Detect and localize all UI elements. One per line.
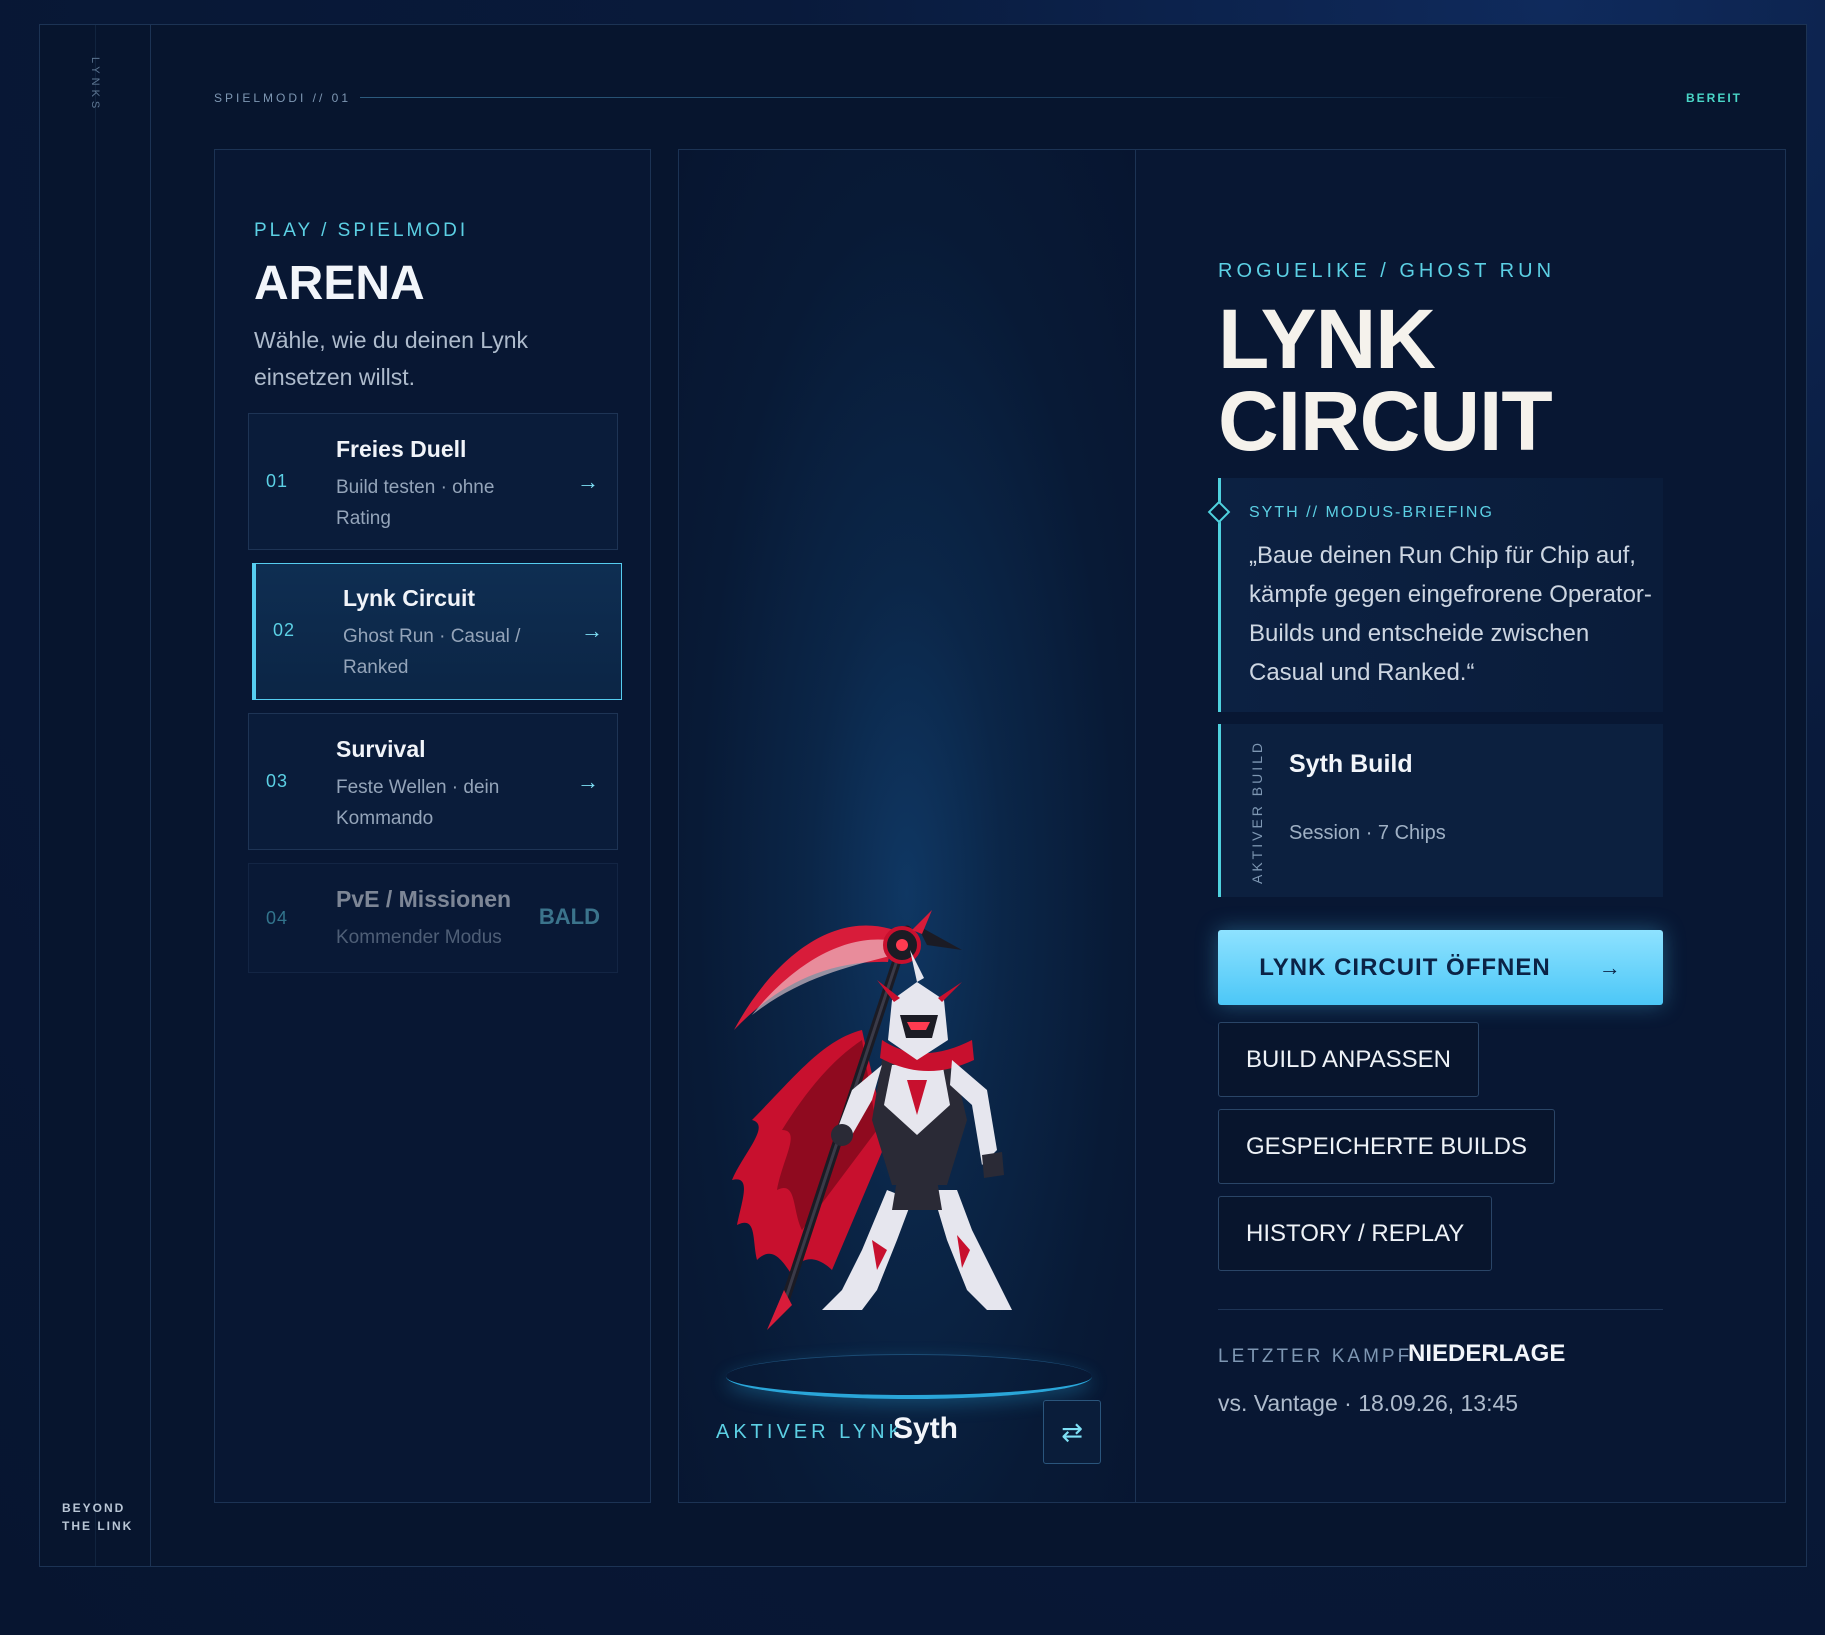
mode-number: 02	[273, 620, 296, 640]
status-indicator: BEREIT	[1685, 91, 1742, 105]
mode-subtitle: Build testen · ohne Rating	[336, 477, 495, 529]
breadcrumb: PLAY / SPIELMODI	[254, 220, 469, 241]
mode-title-line2: CIRCUIT	[1218, 374, 1553, 468]
rail-brand-label: LYNKS	[89, 57, 101, 113]
active-lynk-name: Syth	[893, 1412, 959, 1445]
diamond-marker-icon	[1207, 500, 1231, 524]
mode-category: ROGUELIKE / GHOST RUN	[1218, 260, 1556, 282]
swap-lynk-button[interactable]: ⇄	[1043, 1400, 1101, 1464]
page-subtitle: Wähle, wie du deinen Lynk einsetzen will…	[254, 327, 529, 390]
open-lynk-circuit-label: LYNK CIRCUIT ÖFFNEN	[1259, 953, 1551, 981]
mode-title: PvE / Missionen	[336, 886, 512, 912]
arrow-right-icon: →	[577, 769, 599, 794]
last-battle-label: LETZTER KAMPF	[1218, 1346, 1413, 1367]
active-lynk-label: AKTIVER LYNK	[716, 1421, 906, 1443]
mode-number: 01	[266, 471, 289, 491]
mode-subtitle: Feste Wellen · dein Kommando	[336, 777, 500, 829]
arrow-right-icon: →	[577, 469, 599, 494]
mode-subtitle: Ghost Run · Casual / Ranked	[343, 626, 521, 678]
mode-title-heading: LYNK CIRCUIT	[1218, 292, 1553, 468]
side-rail: LYNKS BEYOND THE LINK	[40, 25, 151, 1566]
mode-number: 03	[266, 771, 289, 791]
rail-line	[95, 25, 96, 1566]
coming-soon-badge: BALD	[538, 904, 600, 929]
arrow-right-icon: →	[1598, 954, 1622, 980]
last-battle-detail: vs. Vantage · 18.09.26, 13:45	[1218, 1390, 1519, 1416]
open-lynk-circuit-button[interactable]: LYNK CIRCUIT ÖFFNEN →	[1218, 930, 1663, 1005]
last-battle-result: NIEDERLAGE	[1408, 1340, 1566, 1367]
build-name: Syth Build	[1289, 750, 1413, 778]
mode-item-lynk-circuit[interactable]: 02 Lynk Circuit Ghost Run · Casual / Ran…	[252, 563, 622, 700]
mode-title: Survival	[336, 736, 426, 762]
briefing-label: SYTH // MODUS-BRIEFING	[1249, 504, 1494, 521]
topbar-divider	[360, 97, 1570, 98]
saved-builds-button[interactable]: GESPEICHERTE BUILDS	[1218, 1109, 1555, 1184]
active-build-label: AKTIVER BUILD	[1249, 739, 1265, 884]
syth-character-illustration	[732, 910, 1012, 1330]
divider	[1218, 1309, 1663, 1310]
mode-detail-panel: AKTIVER LYNK Syth ⇄ ROGUELIKE / GHOST RU…	[678, 149, 1786, 1503]
character-platform	[726, 1354, 1092, 1399]
mode-item-freies-duell[interactable]: 01 Freies Duell Build testen · ohne Rati…	[248, 413, 618, 550]
briefing-quote: „Baue deinen Run Chip für Chip auf, kämp…	[1249, 542, 1652, 686]
mode-list-panel: PLAY / SPIELMODI ARENA Wähle, wie du dei…	[214, 149, 651, 1503]
rail-tagline: BEYOND THE LINK	[62, 1499, 133, 1535]
swap-icon: ⇄	[1061, 1416, 1083, 1447]
app-frame: LYNKS BEYOND THE LINK SPIELMODI // 01 BE…	[39, 24, 1807, 1567]
history-replay-button[interactable]: HISTORY / REPLAY	[1218, 1196, 1493, 1271]
mode-item-pve-missionen: 04 PvE / Missionen Kommender Modus BALD	[248, 863, 618, 973]
build-details: Session · 7 Chips	[1289, 822, 1446, 844]
mode-number: 04	[266, 908, 289, 928]
arrow-right-icon: →	[581, 618, 603, 643]
rail-tagline-line1: BEYOND	[62, 1501, 126, 1515]
mode-briefing: SYTH // MODUS-BRIEFING „Baue deinen Run …	[1207, 478, 1663, 712]
mode-item-survival[interactable]: 03 Survival Feste Wellen · dein Kommando…	[248, 713, 618, 850]
character-stage: AKTIVER LYNK Syth ⇄	[679, 150, 1136, 1502]
customize-build-button[interactable]: BUILD ANPASSEN	[1218, 1022, 1479, 1097]
rail-tagline-line2: THE LINK	[62, 1519, 134, 1533]
page-title: ARENA	[254, 257, 425, 310]
mode-title: Lynk Circuit	[343, 585, 476, 611]
active-build-card[interactable]: AKTIVER BUILD Syth Build Session · 7 Chi…	[1218, 724, 1663, 897]
section-index-label: SPIELMODI // 01	[214, 91, 352, 105]
mode-title-line1: LYNK	[1218, 292, 1436, 386]
mode-title: Freies Duell	[336, 436, 467, 462]
